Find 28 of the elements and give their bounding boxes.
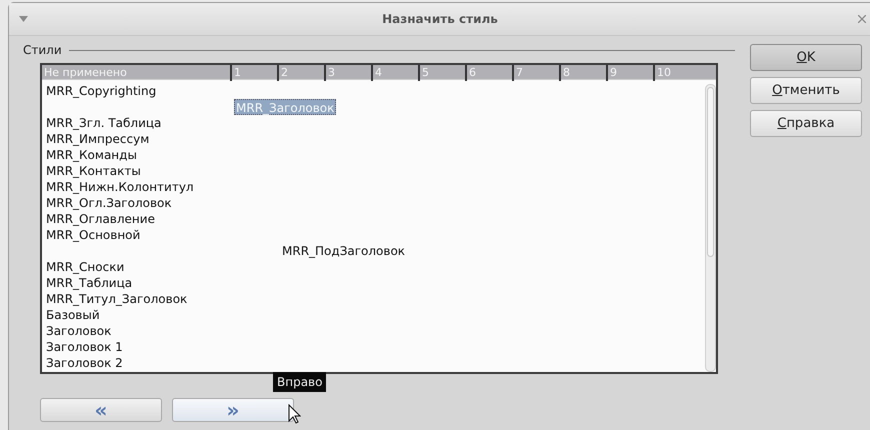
style-item[interactable]: MRR_Сноски — [45, 259, 126, 275]
style-item[interactable]: MRR_Основной — [45, 227, 142, 243]
group-label: Стили — [23, 42, 62, 59]
style-item[interactable]: MRR_Нижн.Колонтитул — [45, 179, 195, 195]
move-button[interactable]: » — [172, 398, 294, 422]
style-item[interactable]: Заголовок 1 — [45, 339, 124, 355]
style-item[interactable]: MRR_Команды — [45, 147, 138, 163]
menu-caret-icon[interactable] — [19, 16, 28, 22]
style-item[interactable]: MRR_Оглавление — [45, 211, 156, 227]
dialog-button[interactable]: Справка — [750, 110, 862, 137]
style-item[interactable]: MRR_Copyrighting — [45, 83, 158, 99]
style-item[interactable]: MRR_Таблица — [45, 275, 134, 291]
style-item[interactable]: MRR_Огл.Заголовок — [45, 195, 173, 211]
close-icon[interactable] — [858, 15, 866, 23]
style-item[interactable]: MRR_ПодЗаголовок — [281, 243, 406, 259]
style-item[interactable]: MRR_Згл. Таблица — [45, 115, 162, 131]
style-item[interactable]: MRR_Титул_Заголовок — [45, 291, 188, 307]
scrollbar[interactable] — [705, 84, 716, 372]
mouse-pointer-icon — [288, 404, 301, 424]
tooltip: Вправо — [273, 372, 326, 392]
style-item[interactable]: MRR_Импрессум — [45, 131, 150, 147]
window-title: Назначить стиль — [382, 11, 498, 28]
style-item[interactable]: Заголовок 2 — [45, 355, 124, 371]
style-item[interactable]: Базовый — [45, 307, 101, 323]
style-item[interactable]: MRR_Контакты — [45, 163, 142, 179]
dialog-button[interactable]: OK — [750, 44, 862, 71]
dialog-button[interactable]: Отменить — [750, 77, 862, 104]
style-item[interactable]: Заголовок — [45, 323, 112, 339]
